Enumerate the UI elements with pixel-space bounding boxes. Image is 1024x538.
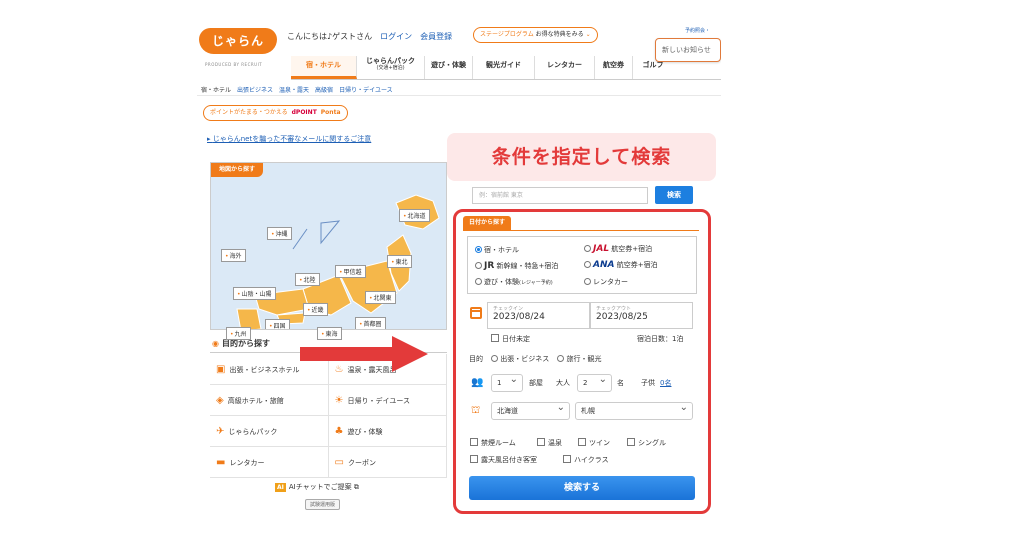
- map-heading: 地図から探す: [211, 163, 264, 177]
- login-link[interactable]: ログイン: [380, 32, 412, 41]
- purpose-activities[interactable]: ♣ 遊び・体験: [328, 416, 447, 447]
- stage-program-button[interactable]: ステージプログラム お得な特典をみる ⌄: [473, 27, 598, 43]
- region-hokkaido[interactable]: 北海道: [399, 209, 430, 222]
- points-banner[interactable]: ポイントがたまる・つかえる dPOINT Ponta: [203, 105, 348, 121]
- region-kinki[interactable]: 近畿: [303, 303, 328, 316]
- tab-rental-car[interactable]: レンタカー: [535, 56, 595, 79]
- sub-nav: 宿・ホテル 出張ビジネス 温泉・露天 高級宿 日帰り・デイユース: [201, 85, 399, 94]
- dpoint-logo: dPOINT: [291, 109, 317, 116]
- purpose-coupon[interactable]: ▭ クーポン: [328, 447, 447, 478]
- purpose-label: 出張・ビジネスホテル: [229, 366, 300, 374]
- ai-chat-link[interactable]: AI AIチャットでご提案 ⧉: [275, 482, 359, 492]
- japan-map-shape: [236, 194, 440, 329]
- region-hokuriku[interactable]: 北陸: [295, 273, 320, 286]
- subnav-item[interactable]: 宿・ホテル: [201, 87, 231, 94]
- tab-package[interactable]: じゃらんパック (交通+宿泊): [357, 56, 425, 79]
- stage-benefit-label: お得な特典をみる: [535, 31, 584, 38]
- subnav-item[interactable]: 温泉・露天: [279, 87, 309, 94]
- ponta-logo: Ponta: [320, 109, 341, 116]
- purpose-luxury[interactable]: ◈ 高級ホテル・旅館: [210, 385, 329, 416]
- greeting-text: こんにちは♪ゲストさん: [287, 32, 373, 41]
- tab-flights[interactable]: 航空券: [595, 56, 633, 79]
- purpose-label: クーポン: [347, 459, 376, 467]
- sun-icon: ☀: [334, 395, 344, 406]
- highlight-frame: [453, 209, 711, 514]
- keyword-search-button[interactable]: 検索: [655, 186, 693, 204]
- tab-activities[interactable]: 遊び・体験: [425, 56, 473, 79]
- trial-badge: 試験運用版: [305, 499, 341, 510]
- reservation-lookup-link[interactable]: 予約照会・: [685, 27, 710, 34]
- region-tokai[interactable]: 東海: [317, 327, 342, 340]
- ai-badge: AI: [275, 483, 286, 492]
- arrow-shaft: [300, 347, 395, 361]
- tab-label: ゴルフ: [642, 61, 664, 69]
- tab-label: 航空券: [603, 61, 624, 69]
- purpose-package[interactable]: ✈ じゃらんパック: [210, 416, 329, 447]
- divider: [197, 95, 721, 96]
- chevron-down-icon: ⌄: [585, 31, 591, 38]
- luxury-icon: ◈: [216, 395, 224, 406]
- purpose-label: じゃらんパック: [228, 428, 278, 436]
- jalan-logo[interactable]: じゃらん: [199, 28, 277, 54]
- logo-subtitle: PRODUCED BY RECRUIT: [205, 62, 263, 67]
- stage-program-label: ステージプログラム: [480, 31, 534, 38]
- purpose-label: 遊び・体験: [347, 428, 383, 436]
- page: じゃらん PRODUCED BY RECRUIT こんにちは♪ゲストさん ログイン…: [0, 0, 1024, 538]
- region-kyushu[interactable]: 九州: [226, 327, 251, 340]
- subnav-item[interactable]: 日帰り・デイユース: [339, 87, 393, 94]
- tab-label: レンタカー: [547, 61, 582, 69]
- region-overseas[interactable]: 海外: [221, 249, 246, 262]
- purpose-label: レンタカー: [229, 459, 265, 467]
- greeting-bar: こんにちは♪ゲストさん ログイン 会員登録: [287, 31, 452, 42]
- tab-label: 宿・ホテル: [306, 61, 341, 69]
- purpose-day-use[interactable]: ☀ 日帰り・デイユース: [328, 385, 447, 416]
- arrow-head: [392, 336, 428, 372]
- region-okinawa[interactable]: 沖縄: [267, 227, 292, 240]
- balloon-icon: ♣: [334, 426, 344, 437]
- tab-guide[interactable]: 観光ガイド: [473, 56, 535, 79]
- search-icon: ◉: [212, 339, 219, 348]
- keyword-search-input[interactable]: 例：宿前館 東京: [472, 187, 648, 204]
- plane-hotel-icon: ✈: [216, 426, 225, 437]
- purpose-grid: ▣ 出張・ビジネスホテル ♨ 温泉・露天風呂 ◈ 高級ホテル・旅館 ☀ 日帰り・デイユー…: [210, 354, 447, 478]
- purpose-heading-text: 目的から探す: [221, 339, 270, 348]
- region-shikoku[interactable]: 四国: [265, 319, 290, 329]
- external-link-icon: ⧉: [353, 483, 359, 491]
- notice-popup[interactable]: 新しいお知らせ: [655, 38, 721, 62]
- register-link[interactable]: 会員登録: [420, 32, 452, 41]
- tab-sublabel: (交通+宿泊): [376, 64, 405, 71]
- ai-chat-text: AIチャットでご提案: [288, 483, 352, 491]
- purpose-label: 日帰り・デイユース: [347, 397, 410, 405]
- purpose-rental-car[interactable]: ▬ レンタカー: [210, 447, 329, 478]
- coupon-icon: ▭: [334, 457, 344, 468]
- scam-alert-link[interactable]: ▸ じゃらんnetを騙った不審なメールに関するご注意: [207, 134, 371, 144]
- region-kitakanto[interactable]: 北関東: [365, 291, 396, 304]
- red-arrow-annotation: [300, 336, 428, 372]
- japan-map: 地図から探す 北海道 沖縄 海外 東北 甲信越 北陸 北関東 山陰・山陽 近畿 …: [210, 162, 447, 330]
- region-koshinetsu[interactable]: 甲信越: [335, 265, 366, 278]
- car-icon: ▬: [216, 457, 226, 468]
- tab-hotel[interactable]: 宿・ホテル: [291, 56, 357, 79]
- suitcase-icon: ▣: [216, 364, 226, 375]
- region-tohoku[interactable]: 東北: [387, 255, 412, 268]
- region-sanin-sanyo[interactable]: 山陰・山陽: [233, 287, 276, 300]
- search-title-callout: 条件を指定して検索: [447, 133, 716, 181]
- region-shutoken[interactable]: 首都圏: [355, 317, 386, 329]
- scam-alert-text: じゃらんnetを騙った不審なメールに関するご注意: [212, 135, 372, 143]
- points-label: ポイントがたまる・つかえる: [210, 109, 288, 116]
- subnav-item[interactable]: 出張ビジネス: [237, 87, 273, 94]
- purpose-label: 高級ホテル・旅館: [227, 397, 284, 405]
- tab-label: 遊び・体験: [431, 61, 466, 69]
- subnav-item[interactable]: 高級宿: [315, 87, 333, 94]
- tab-label: じゃらんパック: [366, 57, 415, 65]
- tab-label: 観光ガイド: [486, 61, 521, 69]
